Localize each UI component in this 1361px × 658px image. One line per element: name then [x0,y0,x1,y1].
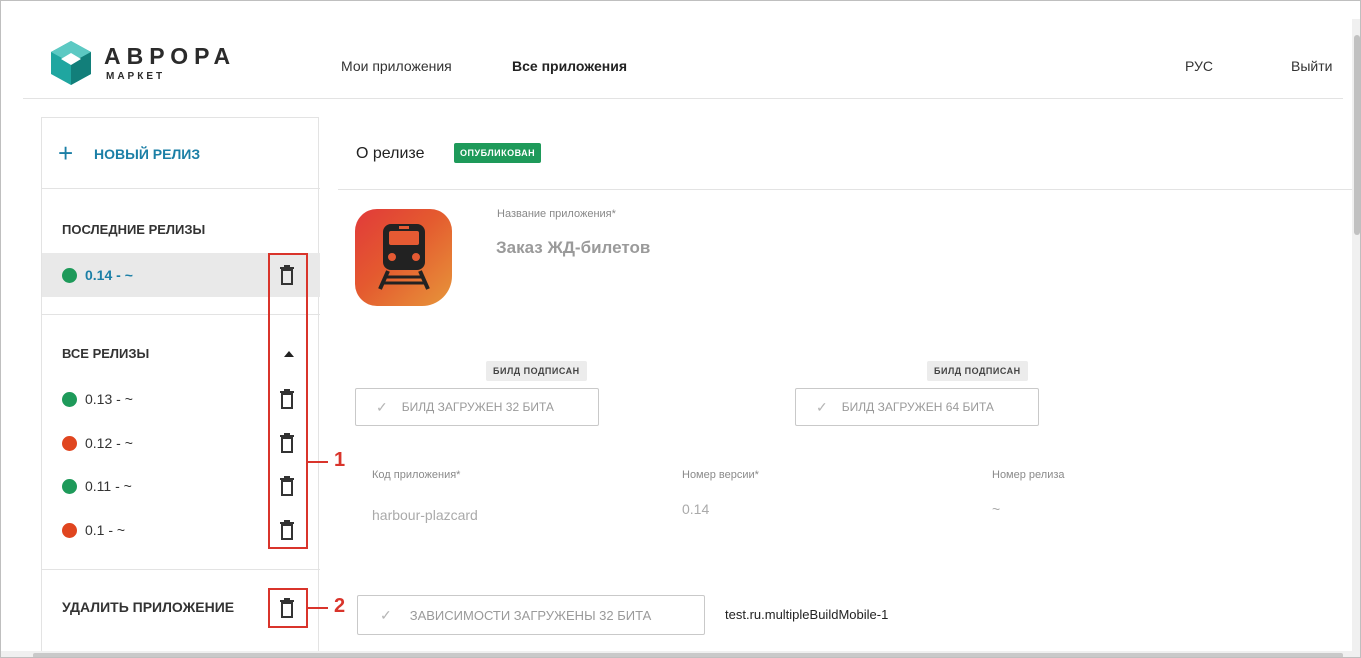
brand-title: АВРОРА [104,43,237,69]
latest-release-item[interactable]: 0.14 - ~ [62,265,133,285]
build-64-label: БИЛД ЗАГРУЖЕН 64 БИТА [841,400,994,414]
status-badge: ОПУБЛИКОВАН [454,143,542,163]
plus-icon: + [58,138,74,168]
new-release-button[interactable]: + НОВЫЙ РЕЛИЗ [42,118,320,189]
delete-app-title: УДАЛИТЬ ПРИЛОЖЕНИЕ [62,599,235,615]
build-32-label: БИЛД ЗАГРУЖЕН 32 БИТА [401,400,554,414]
dependencies-32-button[interactable]: ✓ ЗАВИСИМОСТИ ЗАГРУЖЕНЫ 32 БИТА [357,595,705,635]
release-item[interactable]: 0.11 - ~ [62,476,132,496]
horizontal-scroll-thumb[interactable] [33,653,1343,657]
app-name-label: Название приложения* [497,208,616,220]
language-switch[interactable]: РУС [1185,58,1213,74]
status-dot [62,391,77,407]
annotation-box-1 [268,253,308,549]
browser-viewport: АВРОРА МАРКЕТ Мои приложения Все приложе… [0,0,1361,658]
nav-all-apps[interactable]: Все приложения [512,58,627,74]
new-release-label: НОВЫЙ РЕЛИЗ [94,146,201,162]
release-header: О релизе ОПУБЛИКОВАН [338,117,1354,190]
build-32-button[interactable]: ✓ БИЛД ЗАГРУЖЕН 32 БИТА [355,388,599,426]
annotation-number-2: 2 [334,595,346,617]
release-version: 0.13 - ~ [85,391,133,407]
aurora-logo-icon [51,41,91,85]
annotation-line-1 [308,461,328,463]
dependencies-32-label: ЗАВИСИМОСТИ ЗАГРУЖЕНЫ 32 БИТА [409,607,652,623]
brand-subtitle: МАРКЕТ [106,71,166,82]
version-value: 0.14 [682,501,710,517]
release-version: 0.1 - ~ [85,522,126,538]
app-name-value: Заказ ЖД-билетов [496,238,651,257]
build-64-button[interactable]: ✓ БИЛД ЗАГРУЖЕН 64 БИТА [795,388,1039,426]
about-release-title: О релизе [356,145,425,162]
release-number-value: ~ [992,501,1001,517]
annotation-box-2 [268,588,308,628]
app-code-value: harbour-plazcard [372,507,478,523]
release-version: 0.12 - ~ [85,435,133,451]
top-header: АВРОРА МАРКЕТ Мои приложения Все приложе… [23,19,1343,99]
release-item[interactable]: 0.12 - ~ [62,433,133,453]
release-item[interactable]: 0.1 - ~ [62,520,125,540]
status-dot [62,478,77,494]
app-icon [355,209,452,306]
status-dot [62,267,77,283]
release-version: 0.14 - ~ [85,267,133,283]
status-dot [62,435,77,451]
build-signed-badge-32: БИЛД ПОДПИСАН [486,361,587,381]
release-item[interactable]: 0.13 - ~ [62,389,133,409]
vertical-scroll-thumb[interactable] [1354,35,1360,235]
annotation-number-1: 1 [334,449,346,471]
build-signed-badge-64: БИЛД ПОДПИСАН [927,361,1028,381]
release-number-label: Номер релиза [992,469,1065,481]
check-icon: ✓ [380,606,392,623]
annotation-line-2 [308,607,328,609]
nav-my-apps[interactable]: Мои приложения [341,58,452,74]
logout-link[interactable]: Выйти [1291,58,1332,74]
divider [42,569,320,570]
train-icon [378,224,430,290]
status-dot [62,522,77,538]
check-icon: ✓ [376,398,388,415]
latest-releases-title: ПОСЛЕДНИЕ РЕЛИЗЫ [62,222,206,237]
check-icon: ✓ [816,398,828,415]
dependency-package-name: test.ru.multipleBuildMobile-1 [725,607,889,622]
all-releases-title: ВСЕ РЕЛИЗЫ [62,346,150,361]
version-label: Номер версии* [682,469,759,481]
release-version: 0.11 - ~ [85,478,132,494]
app-code-label: Код приложения* [372,469,461,481]
